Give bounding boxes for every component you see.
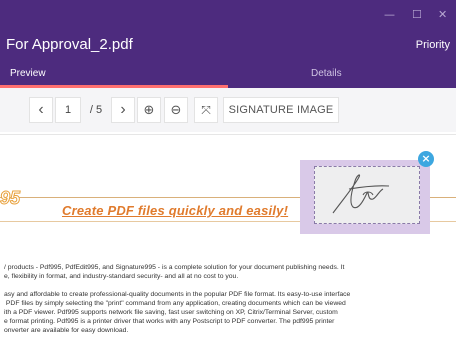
minimize-button[interactable]: — xyxy=(384,8,395,21)
document-title: For Approval_2.pdf xyxy=(6,36,133,53)
document-headline: Create PDF files quickly and easily! xyxy=(62,203,289,218)
fit-page-button[interactable]: ⤧ xyxy=(194,97,218,123)
prev-page-button[interactable]: ‹ xyxy=(29,97,53,123)
expand-icon: ⤧ xyxy=(201,102,211,117)
signature-icon xyxy=(332,174,390,214)
chevron-right-icon: › xyxy=(120,101,126,118)
tab-details[interactable]: Details xyxy=(311,68,342,79)
signature-image-button[interactable]: SIGNATURE IMAGE xyxy=(223,97,339,123)
toolbar-divider xyxy=(0,134,456,135)
zoom-in-icon: ⊕ xyxy=(143,102,155,118)
signature-image-box[interactable] xyxy=(314,166,420,224)
zoom-out-icon: ⊖ xyxy=(170,102,182,118)
tab-preview[interactable]: Preview xyxy=(10,68,46,79)
maximize-button[interactable]: ☐ xyxy=(412,8,422,21)
remove-signature-icon[interactable]: × xyxy=(418,151,434,167)
paragraph-intro: / products - Pdf995, PdfEdit995, and Sig… xyxy=(4,264,345,280)
next-page-button[interactable]: › xyxy=(111,97,135,123)
paragraph-body: asy and affordable to create professiona… xyxy=(4,291,351,334)
signature-image-label: SIGNATURE IMAGE xyxy=(228,104,334,116)
pdf995-logo: 95 xyxy=(0,188,21,209)
chevron-left-icon: ‹ xyxy=(38,101,44,118)
priority-label[interactable]: Priority xyxy=(416,39,450,51)
page-total: / 5 xyxy=(89,104,103,116)
zoom-in-button[interactable]: ⊕ xyxy=(137,97,161,123)
close-window-button[interactable]: ✕ xyxy=(438,8,447,21)
current-page-input[interactable]: 1 xyxy=(55,97,81,123)
zoom-out-button[interactable]: ⊖ xyxy=(164,97,188,123)
